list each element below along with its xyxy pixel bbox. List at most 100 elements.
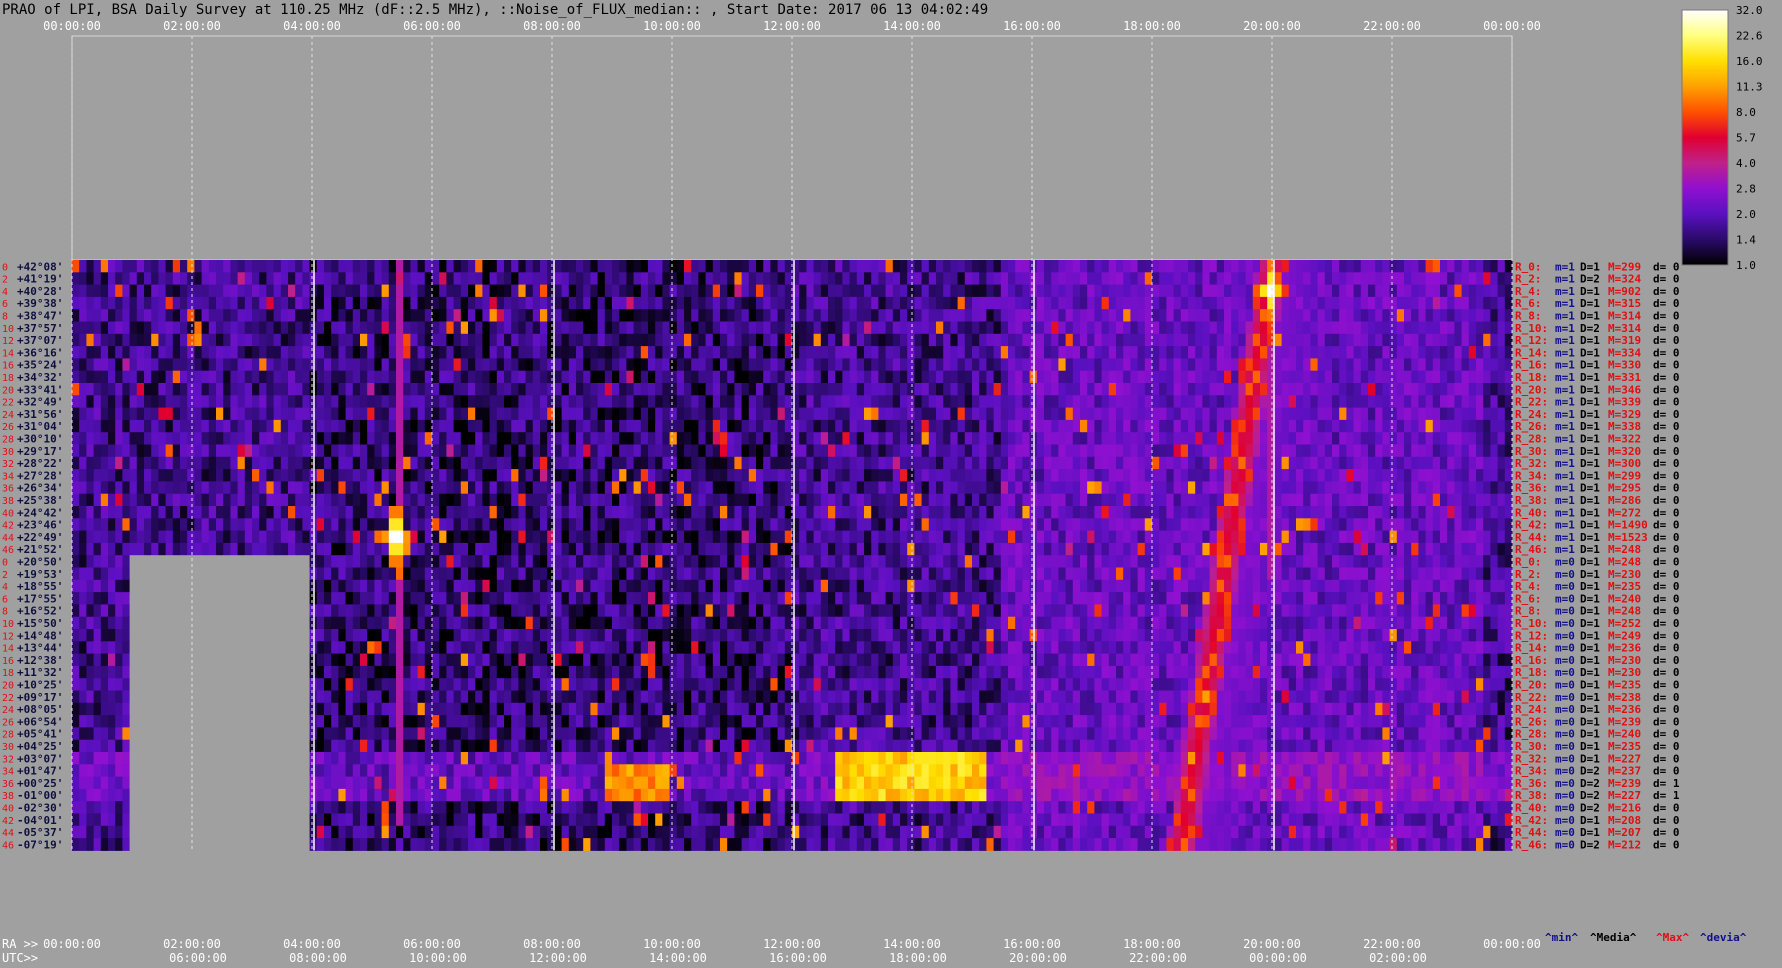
heatmap-cell xyxy=(410,493,419,507)
heatmap-cell xyxy=(453,383,462,396)
heatmap-cell xyxy=(597,518,606,532)
heatmap-cell xyxy=(712,407,721,421)
heatmap-cell xyxy=(237,493,246,507)
heatmap-cell xyxy=(1137,518,1146,532)
heatmap-cell xyxy=(792,481,800,495)
heatmap-cell xyxy=(734,506,743,519)
heatmap-cell xyxy=(532,432,541,445)
heatmap-cell xyxy=(403,358,411,372)
heatmap-cell xyxy=(1418,481,1427,495)
heatmap-cell xyxy=(1425,542,1434,556)
heatmap-cell xyxy=(1195,321,1203,335)
heatmap-cell xyxy=(655,481,663,495)
heatmap-cell xyxy=(763,530,771,544)
heatmap-cell xyxy=(1101,333,1110,347)
heatmap-cell xyxy=(1144,432,1153,445)
heatmap-cell xyxy=(540,530,548,544)
heatmap-cell xyxy=(360,383,368,396)
heatmap-cell xyxy=(1137,260,1146,273)
heatmap-cell xyxy=(172,284,181,298)
heatmap-cell xyxy=(705,444,714,458)
heatmap-cell xyxy=(187,333,195,347)
heatmap-cell xyxy=(1339,395,1347,409)
heatmap-cell xyxy=(1209,456,1218,470)
heatmap-cell xyxy=(79,383,87,396)
heatmap-cell xyxy=(288,309,296,322)
heatmap-cell xyxy=(986,296,995,310)
heatmap-cell xyxy=(727,383,735,396)
heatmap-cell xyxy=(1008,346,1016,359)
heatmap-cell xyxy=(1245,333,1254,347)
heatmap-cell xyxy=(86,481,95,495)
heatmap-cell xyxy=(180,260,188,273)
heatmap-cell xyxy=(1252,481,1261,495)
heatmap-cell xyxy=(705,481,714,495)
heatmap-cell xyxy=(1382,260,1391,273)
heatmap-cell xyxy=(1346,284,1355,298)
heatmap-cell xyxy=(1130,444,1139,458)
heatmap-cell xyxy=(1108,309,1117,322)
heatmap-cell xyxy=(950,469,959,482)
heatmap-cell xyxy=(849,395,858,409)
heatmap-cell xyxy=(612,395,620,409)
heatmap-cell xyxy=(1173,407,1182,421)
heatmap-cell xyxy=(921,309,930,322)
heatmap-cell xyxy=(576,542,584,556)
heatmap-cell xyxy=(1144,272,1153,286)
heatmap-cell xyxy=(1195,284,1203,298)
heatmap-cell xyxy=(1238,493,1247,507)
heatmap-cell xyxy=(1360,358,1369,372)
heatmap-cell xyxy=(288,419,296,433)
heatmap-cell xyxy=(943,296,951,310)
heatmap-cell xyxy=(612,383,620,396)
heatmap-cell xyxy=(1504,296,1513,310)
heatmap-cell xyxy=(1332,284,1340,298)
heatmap-cell xyxy=(1152,358,1160,372)
heatmap-cell xyxy=(230,407,239,421)
heatmap-cell xyxy=(129,370,138,384)
heatmap-cell xyxy=(1310,383,1319,396)
heatmap-cell xyxy=(1260,370,1268,384)
heatmap-cell xyxy=(1000,321,1009,335)
heatmap-cell xyxy=(540,456,548,470)
heatmap-cell xyxy=(907,260,915,273)
heatmap-cell xyxy=(1188,456,1196,470)
heatmap-cell xyxy=(928,383,937,396)
heatmap-cell xyxy=(1346,260,1355,273)
heatmap-cell xyxy=(842,481,851,495)
heatmap-cell xyxy=(439,383,447,396)
heatmap-cell xyxy=(295,296,303,310)
heatmap-cell xyxy=(345,284,354,298)
heatmap-cell xyxy=(640,542,649,556)
heatmap-cell xyxy=(1353,469,1362,482)
heatmap-cell xyxy=(604,407,613,421)
heatmap-cell xyxy=(979,407,987,421)
heatmap-cell xyxy=(1065,395,1074,409)
heatmap-cell xyxy=(288,444,296,458)
heatmap-cell xyxy=(900,555,908,568)
heatmap-cell xyxy=(1461,419,1470,433)
heatmap-cell xyxy=(1360,456,1369,470)
heatmap-cell xyxy=(676,358,685,372)
heatmap-cell xyxy=(316,518,325,532)
heatmap-cell xyxy=(662,284,671,298)
heatmap-cell xyxy=(504,383,512,396)
heatmap-cell xyxy=(468,383,476,396)
heatmap-cell xyxy=(979,346,987,359)
heatmap-cell xyxy=(1303,456,1311,470)
heatmap-cell xyxy=(201,284,210,298)
heatmap-cell xyxy=(1072,518,1081,532)
heatmap-cell xyxy=(194,407,203,421)
heatmap-cell xyxy=(1202,555,1211,568)
top-tick-label: 04:00:00 xyxy=(283,19,341,33)
heatmap-cell xyxy=(1432,518,1441,532)
heatmap-cell xyxy=(374,333,383,347)
heatmap-cell xyxy=(806,456,815,470)
heatmap-cell xyxy=(612,456,620,470)
heatmap-cell xyxy=(201,346,210,359)
heatmap-cell xyxy=(590,506,599,519)
heatmap-cell xyxy=(1094,432,1103,445)
heatmap-cell xyxy=(1231,383,1239,396)
heatmap-cell xyxy=(1346,370,1355,384)
heatmap-cell xyxy=(900,333,908,347)
